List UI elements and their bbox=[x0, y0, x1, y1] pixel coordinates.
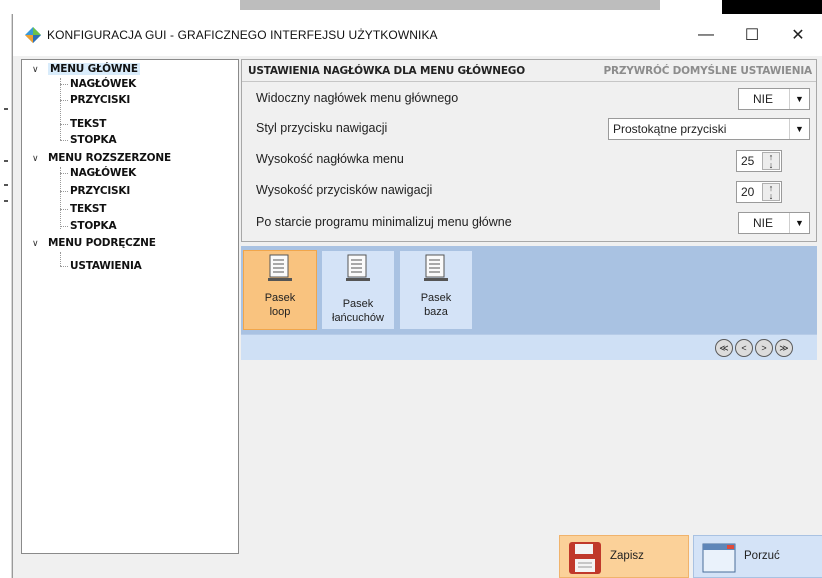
save-button[interactable]: Zapisz bbox=[559, 535, 689, 578]
row-label-header-height: Wysokość nagłówka menu bbox=[256, 152, 404, 166]
tree-node-menu-podreczne[interactable]: MENU PODRĘCZNE bbox=[48, 237, 156, 249]
tree-item-naglowek[interactable]: NAGŁÓWEK bbox=[70, 167, 136, 179]
first-page-button[interactable]: ≪ bbox=[715, 339, 733, 357]
next-page-button[interactable]: > bbox=[755, 339, 773, 357]
chevron-down-icon[interactable]: ▼ bbox=[789, 89, 809, 109]
last-page-button[interactable]: ≫ bbox=[775, 339, 793, 357]
stepper-value: 25 bbox=[741, 154, 755, 168]
chevron-down-icon[interactable]: ∨ bbox=[32, 238, 39, 249]
background-spreadsheet-edge bbox=[0, 14, 12, 578]
minimize-button[interactable]: — bbox=[683, 14, 729, 56]
tile-label: Pasek loop bbox=[264, 292, 296, 318]
tree-item-stopka[interactable]: STOPKA bbox=[70, 134, 117, 146]
chevron-down-icon[interactable]: ∨ bbox=[32, 153, 39, 164]
tile-pasek-loop[interactable]: Pasek loop bbox=[243, 250, 317, 330]
tree-connector bbox=[60, 140, 68, 141]
chevron-down-icon[interactable]: ∨ bbox=[32, 64, 39, 75]
tree-node-menu-rozszerzone[interactable]: MENU ROZSZERZONE bbox=[48, 152, 171, 164]
select-value: NIE bbox=[752, 92, 773, 106]
background-tick bbox=[4, 160, 8, 162]
window-close-icon bbox=[702, 543, 736, 573]
row-label-nav-button-height: Wysokość przycisków nawigacji bbox=[256, 183, 433, 197]
tree-item-przyciski[interactable]: PRZYCISKI bbox=[70, 185, 130, 197]
background-tick bbox=[4, 184, 8, 186]
title-bar[interactable]: KONFIGURACJA GUI - GRAFICZNEGO INTERFEJS… bbox=[13, 14, 822, 56]
close-icon: ✕ bbox=[791, 27, 805, 44]
header-height-stepper[interactable]: 25 ↑ ↓ bbox=[736, 150, 782, 172]
tree-item-stopka[interactable]: STOPKA bbox=[70, 220, 117, 232]
tile-pasek-baza[interactable]: Pasek baza bbox=[399, 250, 473, 330]
row-label-nav-style: Styl przycisku nawigacji bbox=[256, 121, 388, 135]
tree-connector bbox=[60, 173, 68, 174]
discard-button[interactable]: Porzuć bbox=[693, 535, 822, 578]
discard-label: Porzuć bbox=[744, 550, 780, 562]
config-window: KONFIGURACJA GUI - GRAFICZNEGO INTERFEJS… bbox=[12, 14, 822, 578]
maximize-button[interactable]: ☐ bbox=[729, 14, 775, 56]
tree-connector bbox=[60, 266, 68, 267]
chevron-down-icon[interactable]: ▼ bbox=[789, 213, 809, 233]
bar-document-icon bbox=[268, 254, 292, 281]
bar-document-icon bbox=[346, 254, 370, 281]
tree-connector bbox=[60, 84, 68, 85]
select-value: NIE bbox=[752, 216, 773, 230]
settings-panel: USTAWIENIA NAGŁÓWKA DLA MENU GŁÓWNEGO PR… bbox=[241, 59, 817, 242]
gallery-nav-bar: ≪ < > ≫ bbox=[241, 334, 817, 360]
tree-connector bbox=[60, 167, 61, 229]
settings-title: USTAWIENIA NAGŁÓWKA DLA MENU GŁÓWNEGO bbox=[248, 65, 525, 77]
header-visible-select[interactable]: NIE ▼ bbox=[738, 88, 810, 110]
nav-button-height-stepper[interactable]: 20 ↑ ↓ bbox=[736, 181, 782, 203]
minimize-icon: — bbox=[698, 26, 714, 43]
tree-item-naglowek[interactable]: NAGŁÓWEK bbox=[70, 78, 136, 90]
app-diamond-icon bbox=[25, 27, 41, 43]
select-value: Prostokątne przyciski bbox=[613, 122, 727, 136]
tree-connector bbox=[60, 209, 68, 210]
row-label-header-visible: Widoczny nagłówek menu głównego bbox=[256, 91, 459, 105]
bar-gallery: Pasek loop Pasek łańcuchów Pasek baza bbox=[241, 246, 817, 334]
tree-connector bbox=[60, 191, 68, 192]
background-dark-block bbox=[722, 0, 822, 14]
background-tick bbox=[4, 108, 8, 110]
tree-connector bbox=[60, 100, 68, 101]
prev-page-button[interactable]: < bbox=[735, 339, 753, 357]
tile-label: Pasek baza bbox=[420, 292, 452, 318]
close-button[interactable]: ✕ bbox=[775, 14, 821, 56]
floppy-disk-icon bbox=[569, 542, 601, 574]
tree-connector bbox=[60, 252, 61, 266]
background-spreadsheet-bar bbox=[240, 0, 660, 10]
stepper-value: 20 bbox=[741, 185, 755, 199]
tile-pasek-lancuchow[interactable]: Pasek łańcuchów bbox=[321, 250, 395, 330]
window-title: KONFIGURACJA GUI - GRAFICZNEGO INTERFEJS… bbox=[47, 28, 438, 42]
tree-item-tekst[interactable]: TEKST bbox=[70, 118, 106, 130]
nav-style-select[interactable]: Prostokątne przyciski ▼ bbox=[608, 118, 810, 140]
navigation-tree[interactable]: ∨ MENU GŁÓWNE NAGŁÓWEK PRZYCISKI TEKST S… bbox=[21, 59, 239, 554]
bar-document-icon bbox=[424, 254, 448, 281]
tree-connector bbox=[60, 124, 68, 125]
save-label: Zapisz bbox=[610, 550, 644, 562]
settings-header: USTAWIENIA NAGŁÓWKA DLA MENU GŁÓWNEGO PR… bbox=[242, 60, 816, 82]
tree-item-przyciski[interactable]: PRZYCISKI bbox=[70, 94, 130, 106]
up-down-arrows-icon[interactable]: ↑ ↓ bbox=[762, 152, 780, 170]
tree-item-ustawienia[interactable]: USTAWIENIA bbox=[70, 260, 142, 272]
tree-node-menu-glowne[interactable]: MENU GŁÓWNE bbox=[48, 63, 140, 75]
maximize-icon: ☐ bbox=[744, 27, 760, 44]
background-tick bbox=[4, 200, 8, 202]
reset-defaults-link[interactable]: PRZYWRÓĆ DOMYŚLNE USTAWIENIA bbox=[604, 65, 813, 77]
row-label-minimize-on-start: Po starcie programu minimalizuj menu głó… bbox=[256, 215, 512, 229]
screen: KONFIGURACJA GUI - GRAFICZNEGO INTERFEJS… bbox=[0, 0, 822, 578]
tree-connector bbox=[60, 226, 68, 227]
up-down-arrows-icon[interactable]: ↑ ↓ bbox=[762, 183, 780, 201]
tile-label: Pasek łańcuchów bbox=[332, 298, 384, 324]
chevron-down-icon[interactable]: ▼ bbox=[789, 119, 809, 139]
tree-connector bbox=[60, 78, 61, 140]
minimize-on-start-select[interactable]: NIE ▼ bbox=[738, 212, 810, 234]
tree-item-tekst[interactable]: TEKST bbox=[70, 203, 106, 215]
